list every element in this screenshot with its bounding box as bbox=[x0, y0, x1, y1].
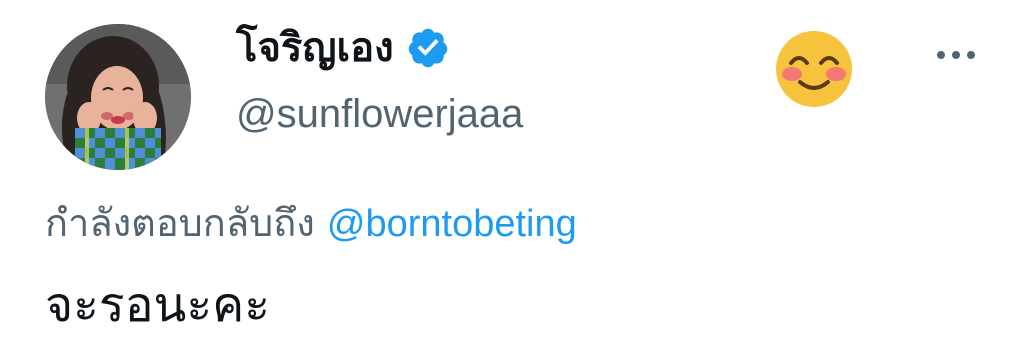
avatar-image bbox=[45, 24, 191, 170]
smiling-face-emoji-icon bbox=[775, 30, 853, 108]
tweet-header: โจริญเอง @sunflowerjaaa bbox=[236, 18, 523, 140]
reply-mention-link[interactable]: @borntobeting bbox=[327, 203, 577, 245]
display-name-row: โจริญเอง bbox=[236, 18, 523, 78]
more-horizontal-icon bbox=[936, 45, 976, 64]
more-options-button[interactable] bbox=[930, 34, 982, 74]
user-handle[interactable]: @sunflowerjaaa bbox=[236, 88, 523, 140]
tweet-text: จะรอนะคะ bbox=[45, 277, 270, 333]
tweet-card: โจริญเอง @sunflowerjaaa กำลังตอบกลับถึง … bbox=[0, 0, 1024, 340]
display-name[interactable]: โจริญเอง bbox=[236, 18, 394, 78]
replying-to-label: กำลังตอบกลับถึง bbox=[45, 201, 315, 245]
replying-to-line: กำลังตอบกลับถึง @borntobeting bbox=[45, 196, 577, 251]
avatar[interactable] bbox=[45, 24, 191, 170]
verified-badge-icon bbox=[406, 26, 450, 70]
